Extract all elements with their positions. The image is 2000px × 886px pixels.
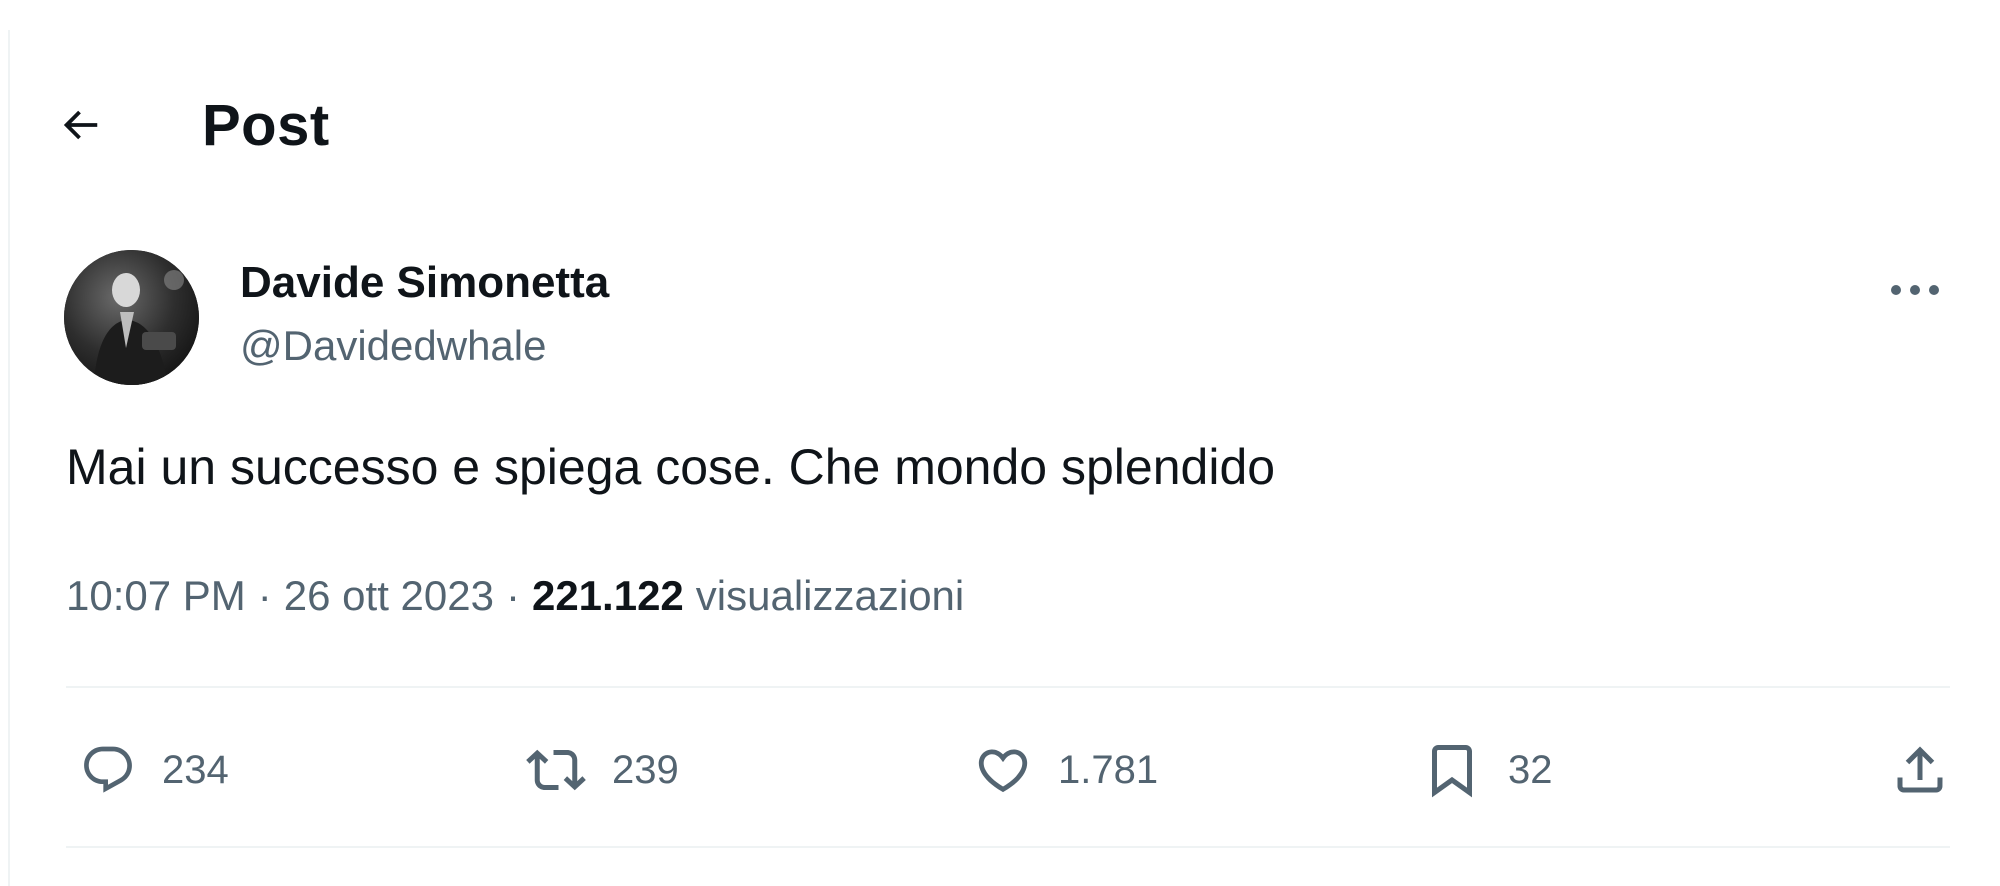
tweet-text: Mai un successo e spiega cose. Che mondo… (66, 439, 1276, 495)
back-button[interactable] (40, 85, 120, 165)
like-button[interactable]: 1.781 (974, 720, 1158, 820)
share-icon (1897, 746, 1943, 793)
reply-button[interactable]: 234 (80, 720, 229, 820)
retweet-button[interactable]: 239 (526, 720, 679, 820)
avatar-photo (64, 250, 199, 385)
author-handle[interactable]: @Davidedwhale (240, 322, 546, 370)
avatar[interactable] (64, 250, 199, 385)
more-horizontal-icon (1891, 285, 1939, 295)
bookmark-button[interactable]: 32 (1422, 720, 1553, 820)
column-border (8, 30, 10, 886)
tweet-date[interactable]: 26 ott 2023 (284, 572, 494, 620)
views-label: visualizzazioni (695, 572, 965, 619)
retweet-count: 239 (612, 747, 679, 792)
heart-icon (978, 749, 1028, 793)
tweet-meta: 10:07 PM · 26 ott 2023 · 221.122 visuali… (66, 572, 964, 620)
share-button[interactable] (1890, 720, 1950, 820)
reply-count: 234 (162, 747, 229, 792)
divider (66, 686, 1950, 688)
views-count: 221.122 (531, 572, 684, 619)
divider (66, 846, 1950, 848)
bookmark-count: 32 (1508, 747, 1553, 792)
post-header: Post (60, 80, 330, 170)
arrow-left-icon (63, 110, 98, 140)
meta-separator: · (257, 572, 272, 619)
action-bar: 234 239 1.781 32 (66, 720, 1950, 820)
retweet-icon (526, 749, 586, 791)
more-options-button[interactable] (1880, 270, 1950, 310)
author-name[interactable]: Davide Simonetta (240, 258, 609, 308)
author-row: Davide Simonetta @Davidedwhale (64, 250, 1950, 385)
like-count: 1.781 (1058, 747, 1159, 792)
meta-separator: · (505, 572, 520, 619)
reply-icon (84, 746, 132, 793)
page-title: Post (202, 92, 330, 158)
tweet-time[interactable]: 10:07 PM (66, 572, 246, 620)
bookmark-icon (1432, 745, 1472, 798)
